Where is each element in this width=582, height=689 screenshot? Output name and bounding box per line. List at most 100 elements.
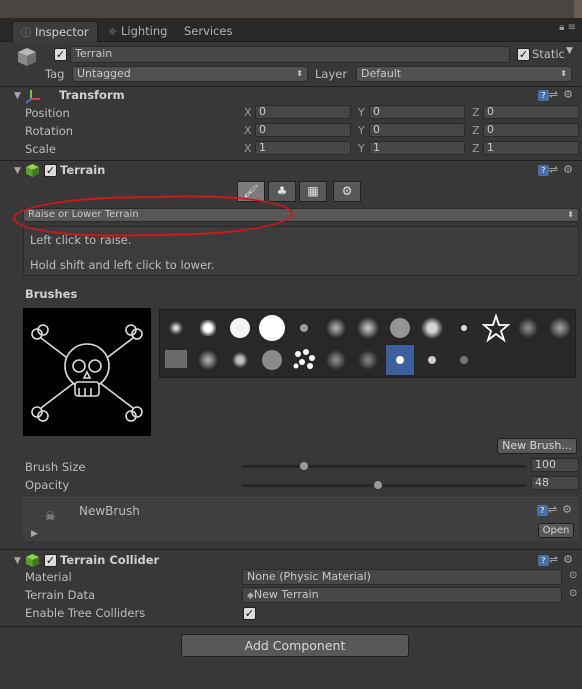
layer-label: Layer — [315, 67, 348, 81]
preset-icon[interactable]: ⇌ — [548, 503, 562, 516]
scale-y-field[interactable]: 1 — [369, 141, 465, 155]
brush-size-label: Brush Size — [25, 460, 86, 474]
opacity-slider[interactable] — [242, 484, 526, 487]
terrain-settings-button[interactable]: ⚙ — [333, 181, 361, 202]
terrain-enabled-checkbox[interactable]: ✓ — [44, 164, 57, 177]
brush-size-field[interactable]: 100 — [531, 458, 579, 472]
terrain-foldout[interactable]: ▼ — [14, 166, 21, 176]
terrain-data-field[interactable]: ◆New Terrain — [242, 587, 562, 603]
gear-icon[interactable]: ⚙ — [563, 553, 578, 566]
tag-dropdown[interactable]: Untagged ⬍ — [72, 66, 308, 82]
tab-lighting[interactable]: ☼ Lighting — [100, 21, 175, 42]
rotation-x-field[interactable]: 0 — [255, 123, 351, 137]
material-field[interactable]: None (Physic Material) — [242, 569, 562, 585]
divider — [23, 497, 579, 498]
component-header-icons[interactable]: ? ⇌⚙ — [537, 163, 578, 176]
collider-enabled-checkbox[interactable]: ✓ — [44, 554, 57, 567]
help-text-line2: Hold shift and left click to lower. — [30, 258, 215, 272]
x-axis-label: X — [244, 106, 252, 119]
rotation-y-field[interactable]: 0 — [369, 123, 465, 137]
brush-asset-foldout[interactable]: ▶ — [31, 529, 38, 539]
help-icon[interactable]: ? — [537, 90, 549, 101]
opacity-field[interactable]: 48 — [531, 476, 579, 490]
help-icon[interactable]: ? — [536, 505, 548, 516]
brush-preview — [23, 308, 151, 436]
position-y-field[interactable]: 0 — [369, 105, 465, 119]
brush-asset-icon: ☠ — [45, 509, 56, 523]
help-icon[interactable]: ? — [537, 165, 549, 176]
brushes-heading: Brushes — [25, 287, 78, 301]
collider-title: Terrain Collider — [60, 553, 160, 567]
gear-icon: ⚙ — [341, 184, 353, 198]
terrain-title: Terrain — [60, 163, 106, 177]
collider-foldout[interactable]: ▼ — [14, 556, 21, 566]
gear-icon[interactable]: ⚙ — [563, 88, 578, 101]
preset-icon[interactable]: ⇌ — [549, 88, 563, 101]
terrain-collider-icon — [25, 553, 40, 568]
dropdown-arrow-icon: ⬍ — [567, 210, 574, 219]
position-z-field[interactable]: 0 — [483, 105, 579, 119]
transform-foldout[interactable]: ▼ — [14, 91, 21, 101]
lock-icon[interactable]: 🔒︎ ≡ — [559, 22, 576, 33]
dropdown-arrow-icon: ⬍ — [560, 69, 567, 78]
x-axis-label: X — [244, 124, 252, 137]
help-icon[interactable]: ? — [537, 555, 549, 566]
z-axis-label: Z — [472, 124, 480, 137]
scale-x-field[interactable]: 1 — [255, 141, 351, 155]
gear-icon[interactable]: ⚙ — [562, 503, 577, 516]
brush-icon: 🖌︎ — [243, 184, 259, 198]
gear-icon[interactable]: ⚙ — [563, 163, 578, 176]
brush-asset-panel: ☠ NewBrush ▶ ? ⇌⚙ Open — [23, 499, 579, 541]
opacity-slider-thumb[interactable] — [373, 480, 384, 490]
static-checkbox[interactable]: ✓ — [517, 48, 530, 61]
brush-grid[interactable] — [159, 309, 576, 378]
details-icon: ▦ — [307, 184, 319, 198]
active-checkbox[interactable]: ✓ — [54, 48, 67, 61]
brush-asset-header-icons[interactable]: ? ⇌⚙ — [536, 503, 577, 516]
add-component-button[interactable]: Add Component — [181, 634, 409, 657]
lighting-icon: ☼ — [108, 27, 117, 38]
terrain-data-label: Terrain Data — [25, 588, 96, 602]
layer-dropdown[interactable]: Default ⬍ — [356, 66, 572, 82]
object-picker-icon[interactable]: ⊙ — [569, 588, 577, 599]
y-axis-label: Y — [358, 106, 365, 119]
opacity-label: Opacity — [25, 478, 70, 492]
open-button[interactable]: Open — [538, 523, 574, 538]
transform-title: Transform — [59, 88, 125, 102]
material-label: Material — [25, 570, 72, 584]
divider — [0, 86, 582, 87]
terrain-component-icon — [25, 163, 40, 178]
object-name-field[interactable]: Terrain — [70, 46, 510, 63]
gameobject-icon — [16, 46, 38, 68]
place-trees-button[interactable]: ♣ — [268, 181, 296, 202]
component-header-icons[interactable]: ? ⇌⚙ — [537, 553, 578, 566]
tab-label: Services — [184, 24, 233, 38]
divider — [0, 626, 582, 627]
tab-services[interactable]: Services — [176, 21, 241, 42]
y-axis-label: Y — [358, 142, 365, 155]
scale-label: Scale — [25, 142, 56, 156]
editor-top-strip — [0, 0, 582, 18]
preset-icon[interactable]: ⇌ — [549, 553, 563, 566]
scene-edge — [574, 0, 582, 18]
tab-inspector[interactable]: ⓘ Inspector — [12, 21, 98, 42]
z-axis-label: Z — [472, 142, 480, 155]
brush-size-slider-thumb[interactable] — [299, 461, 310, 471]
brush-size-slider[interactable] — [242, 465, 526, 468]
component-header-icons[interactable]: ? ⇌⚙ — [537, 88, 578, 101]
static-dropdown-arrow[interactable]: ▼ — [566, 46, 573, 56]
position-x-field[interactable]: 0 — [255, 105, 351, 119]
tree-icon: ♣ — [276, 184, 288, 198]
tab-label: Inspector — [35, 25, 89, 39]
preset-icon[interactable]: ⇌ — [549, 163, 563, 176]
rotation-z-field[interactable]: 0 — [483, 123, 579, 137]
object-picker-icon[interactable]: ⊙ — [569, 570, 577, 581]
divider — [0, 160, 582, 161]
tree-colliders-checkbox[interactable]: ✓ — [243, 607, 256, 620]
paint-details-button[interactable]: ▦ — [299, 181, 327, 202]
scale-z-field[interactable]: 1 — [483, 141, 579, 155]
rotation-label: Rotation — [25, 124, 74, 138]
new-brush-button[interactable]: New Brush... — [497, 438, 577, 454]
position-label: Position — [25, 106, 70, 120]
info-icon: ⓘ — [21, 28, 31, 39]
